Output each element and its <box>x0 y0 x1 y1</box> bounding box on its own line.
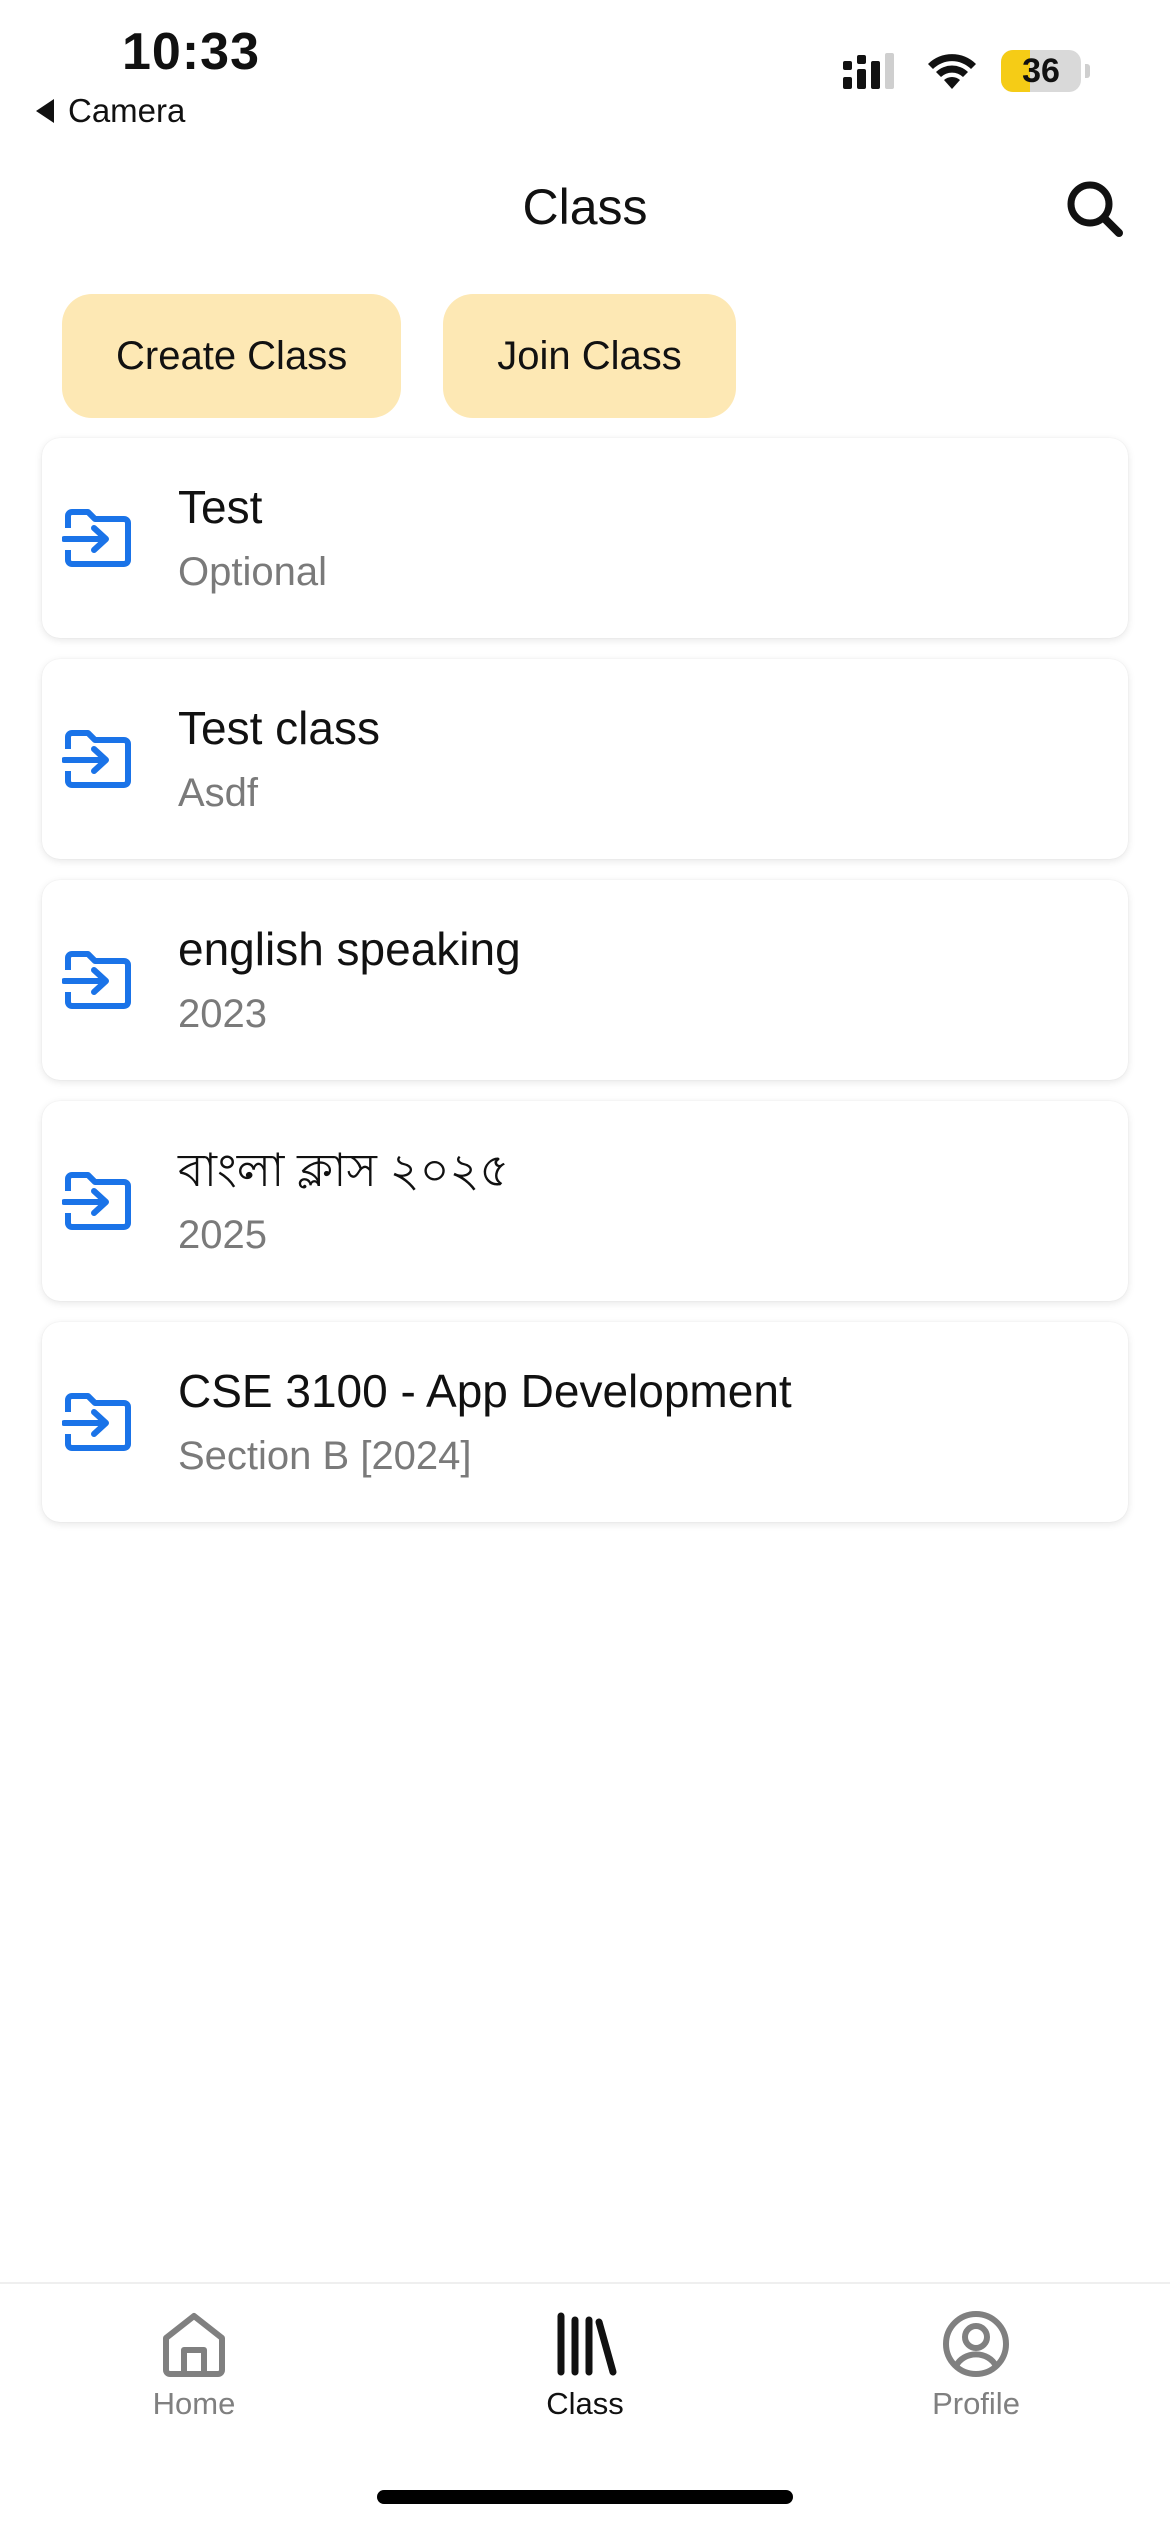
tab-profile-label: Profile <box>932 2386 1020 2421</box>
status-indicators: 36 <box>843 50 1090 92</box>
tab-home-label: Home <box>152 2386 236 2421</box>
folder-enter-icon <box>62 509 131 567</box>
tab-home[interactable]: Home <box>94 2308 294 2422</box>
cellular-signal-icon <box>843 53 894 89</box>
status-time: 10:33 <box>122 23 260 81</box>
back-arrow-icon <box>36 99 54 123</box>
home-icon <box>163 2313 225 2377</box>
battery-icon: 36 <box>1001 50 1081 92</box>
folder-enter-icon <box>62 730 131 788</box>
tab-class-label: Class <box>546 2386 624 2421</box>
class-subtitle: 2023 <box>178 992 267 1036</box>
class-title: Test <box>178 481 263 533</box>
class-card[interactable]: Test Optional <box>42 438 1128 638</box>
profile-icon <box>943 2311 1009 2377</box>
back-label: Camera <box>68 92 186 129</box>
class-subtitle: 2025 <box>178 1213 267 1257</box>
class-title: Test class <box>178 702 380 754</box>
join-class-button[interactable]: Join Class <box>443 294 736 418</box>
class-actions: Create Class Join Class <box>62 294 736 418</box>
wifi-icon <box>928 54 976 89</box>
library-icon <box>557 2312 617 2376</box>
page-title: Class <box>522 179 648 235</box>
back-to-camera-link[interactable]: Camera <box>36 92 185 130</box>
class-subtitle: Section B [2024] <box>178 1434 472 1478</box>
search-icon[interactable] <box>1062 176 1126 240</box>
class-subtitle: Optional <box>178 550 327 594</box>
class-subtitle: Asdf <box>178 771 259 815</box>
class-card[interactable]: CSE 3100 - App Development Section B [20… <box>42 1322 1128 1522</box>
class-card[interactable]: Test class Asdf <box>42 659 1128 859</box>
folder-enter-icon <box>62 1172 131 1230</box>
folder-enter-icon <box>62 951 131 1009</box>
tab-profile[interactable]: Profile <box>876 2308 1076 2422</box>
class-card[interactable]: বাংলা ক্লাস ২০২৫ 2025 <box>42 1101 1128 1301</box>
folder-enter-icon <box>62 1393 131 1451</box>
class-card[interactable]: english speaking 2023 <box>42 880 1128 1080</box>
class-title: english speaking <box>178 923 521 975</box>
home-indicator[interactable] <box>377 2490 793 2504</box>
class-list: Test Optional Test class Asdf english sp… <box>42 438 1128 1543</box>
class-screen: 10:33 Camera 36 Class Create Class Join … <box>0 0 1170 2532</box>
create-class-button[interactable]: Create Class <box>62 294 402 418</box>
battery-cap <box>1085 64 1090 78</box>
battery-level: 36 <box>1022 51 1060 90</box>
class-title: বাংলা ক্লাস ২০২৫ <box>178 1144 510 1196</box>
class-title: CSE 3100 - App Development <box>178 1365 792 1417</box>
tab-class[interactable]: Class <box>485 2308 685 2422</box>
